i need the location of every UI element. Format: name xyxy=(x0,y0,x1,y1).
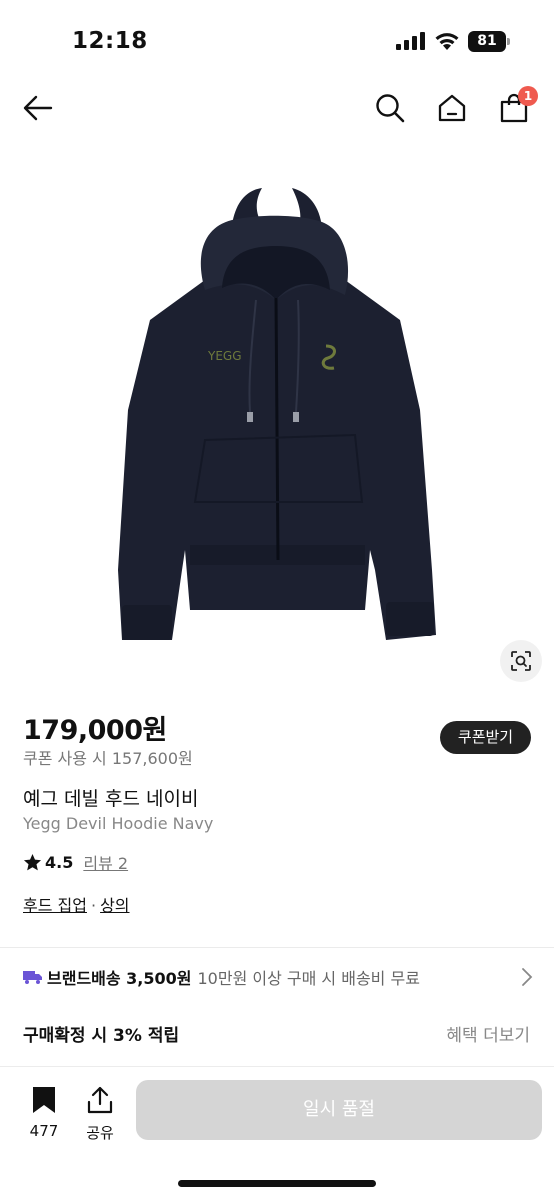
search-button[interactable] xyxy=(372,90,408,126)
sold-out-button[interactable]: 일시 품절 xyxy=(136,1080,542,1140)
bookmark-count: 477 xyxy=(29,1122,59,1140)
points-row: 구매확정 시 3% 적립 혜택 더보기 xyxy=(23,1021,530,1046)
cart-count-badge: 1 xyxy=(518,86,538,106)
cellular-signal-icon xyxy=(396,32,425,50)
points-info: 구매확정 시 3% 적립 xyxy=(23,1026,180,1046)
divider xyxy=(0,947,554,948)
back-button[interactable] xyxy=(20,90,56,126)
review-link[interactable]: 리뷰 2 xyxy=(83,850,128,874)
rating-row: 4.5 리뷰 2 xyxy=(23,850,128,874)
category-separator: · xyxy=(90,896,97,915)
status-bar: 12:18 81 xyxy=(0,0,554,80)
more-benefits-link[interactable]: 혜택 더보기 xyxy=(446,1021,530,1046)
home-button[interactable] xyxy=(434,90,470,126)
category-link-tops[interactable]: 상의 xyxy=(100,896,129,915)
battery-tip xyxy=(507,38,510,45)
search-icon xyxy=(376,94,405,123)
free-shipping-note: 10만원 이상 구매 시 배송비 무료 xyxy=(197,969,420,988)
home-indicator xyxy=(178,1180,376,1187)
rating-value: 4.5 xyxy=(45,852,74,872)
status-time: 12:18 xyxy=(72,28,148,54)
back-arrow-icon xyxy=(23,95,53,121)
battery-level: 81 xyxy=(468,31,506,52)
hoodie-logo-text: YEGG xyxy=(207,349,242,363)
product-price: 179,000원 xyxy=(23,715,167,746)
battery-indicator: 81 xyxy=(468,31,510,52)
product-name-korean: 예그 데빌 후드 네이비 xyxy=(23,788,199,810)
top-nav-bar: 1 xyxy=(0,80,554,136)
image-search-button[interactable] xyxy=(500,640,542,682)
category-breadcrumb: 후드 집업 · 상의 xyxy=(23,892,130,916)
share-icon xyxy=(87,1086,113,1114)
home-icon xyxy=(438,94,466,122)
cart-button[interactable]: 1 xyxy=(496,86,538,126)
share-label: 공유 xyxy=(86,1124,114,1142)
category-link-hood-zipup[interactable]: 후드 집업 xyxy=(23,896,87,915)
product-name-english: Yegg Devil Hoodie Navy xyxy=(23,814,214,833)
wifi-icon xyxy=(435,33,459,50)
product-image[interactable]: YEGG xyxy=(0,150,554,690)
lens-search-icon xyxy=(511,651,531,671)
truck-icon xyxy=(23,971,42,984)
shipping-info-row[interactable]: 브랜드배송 3,500원 10만원 이상 구매 시 배송비 무료 xyxy=(23,964,533,990)
coupon-price: 쿠폰 사용 시 157,600원 xyxy=(23,749,193,768)
get-coupon-button[interactable]: 쿠폰받기 xyxy=(440,721,531,754)
chevron-right-icon xyxy=(522,968,533,986)
share-button[interactable]: 공유 xyxy=(80,1086,120,1143)
star-icon xyxy=(23,853,42,870)
bookmark-button[interactable]: 477 xyxy=(24,1086,64,1140)
bookmark-icon xyxy=(33,1087,55,1113)
shipping-fee: 브랜드배송 3,500원 xyxy=(47,969,192,988)
